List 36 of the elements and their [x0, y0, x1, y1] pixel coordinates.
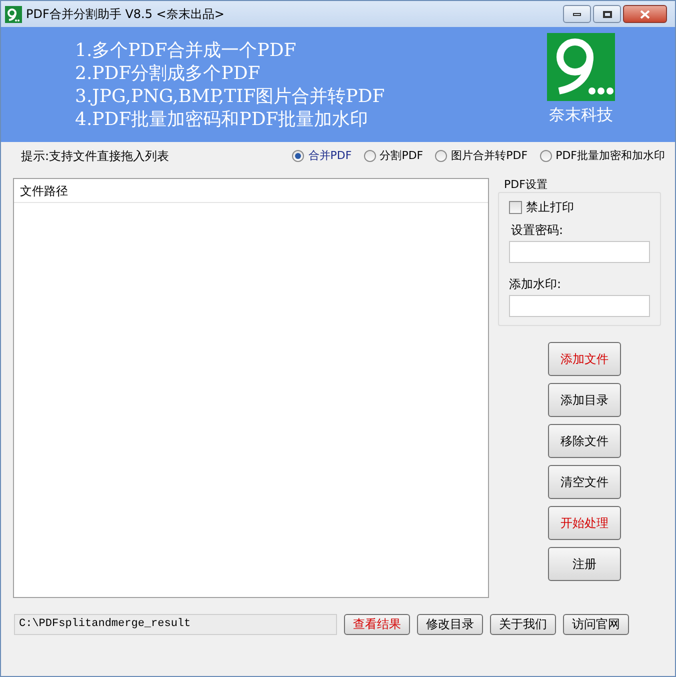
file-list[interactable]: 文件路径: [13, 178, 489, 598]
feature-line: 1.多个PDF合并成一个PDF: [75, 39, 298, 62]
footer-button[interactable]: 访问官网: [563, 614, 629, 634]
minimize-button[interactable]: [563, 5, 591, 23]
action-button[interactable]: 清空文件: [548, 465, 621, 499]
brand-logo-icon: [547, 33, 615, 101]
watermark-field[interactable]: [509, 295, 650, 317]
footer-button[interactable]: 查看结果: [344, 614, 410, 634]
window-title: PDF合并分割助手 V8.5 <奈末出品>: [26, 6, 224, 23]
mode-radio[interactable]: 合并PDF: [292, 148, 352, 164]
mode-radio[interactable]: 分割PDF: [364, 148, 424, 164]
hint-text: 提示:支持文件直接拖入列表: [21, 148, 170, 165]
action-button[interactable]: 开始处理: [548, 506, 621, 540]
brand-name: 奈末科技: [549, 104, 613, 126]
mode-radio[interactable]: PDF批量加密和加水印: [540, 148, 665, 164]
footer-button[interactable]: 修改目录: [417, 614, 483, 634]
output-path-field[interactable]: C:\PDFsplitandmerge_result: [14, 614, 337, 634]
group-title: PDF设置: [504, 178, 548, 192]
password-field[interactable]: [509, 241, 650, 263]
footer-button[interactable]: 关于我们: [490, 614, 556, 634]
no-print-checkbox[interactable]: 禁止打印: [509, 197, 650, 217]
feature-line: 2.PDF分割成多个PDF: [75, 62, 262, 85]
feature-line: 3.JPG,PNG,BMP,TIF图片合并转PDF: [75, 85, 385, 108]
action-button[interactable]: 添加目录: [548, 383, 621, 417]
close-button[interactable]: [623, 5, 667, 23]
close-icon: [640, 10, 650, 18]
action-button[interactable]: 添加文件: [548, 342, 621, 376]
app-logo-icon: [5, 6, 22, 22]
feature-line: 4.PDF批量加密码和PDF批量加水印: [75, 108, 370, 131]
watermark-label: 添加水印:: [509, 276, 562, 293]
maximize-button[interactable]: [593, 5, 621, 23]
mode-radio[interactable]: 图片合并转PDF: [435, 148, 528, 164]
column-header[interactable]: 文件路径: [14, 182, 74, 200]
password-label: 设置密码:: [511, 222, 564, 239]
action-button[interactable]: 移除文件: [548, 424, 621, 458]
action-button[interactable]: 注册: [548, 547, 621, 581]
